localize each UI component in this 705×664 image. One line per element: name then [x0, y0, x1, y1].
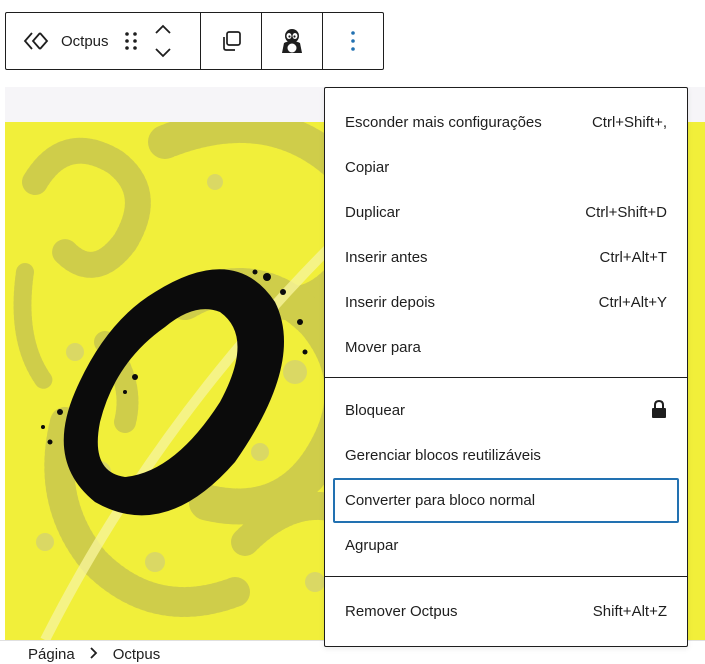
menu-item-label: Copiar — [345, 159, 390, 176]
menu-item-move-to[interactable]: Mover para — [333, 325, 679, 370]
menu-item-insert-before[interactable]: Inserir antes Ctrl+Alt+T — [333, 235, 679, 280]
menu-item-convert-to-regular[interactable]: Converter para bloco normal — [333, 478, 679, 523]
lock-icon — [651, 399, 667, 423]
menu-item-label: Converter para bloco normal — [345, 492, 536, 509]
penguin-icon[interactable] — [278, 27, 306, 55]
menu-item-label: Gerenciar blocos reutilizáveis — [345, 447, 541, 464]
breadcrumb-item-page[interactable]: Página — [28, 646, 75, 663]
menu-item-copy[interactable]: Copiar — [333, 145, 679, 190]
block-options-menu: Esconder mais configurações Ctrl+Shift+,… — [324, 87, 688, 647]
drag-handle-icon[interactable] — [123, 29, 139, 53]
menu-item-label: Duplicar — [345, 204, 401, 221]
menu-group-remove: Remover Octpus Shift+Alt+Z — [325, 576, 687, 642]
block-toolbar: Octpus — [5, 12, 384, 70]
menu-item-label: Mover para — [345, 339, 421, 356]
menu-item-lock[interactable]: Bloquear — [333, 388, 679, 433]
menu-item-remove-block[interactable]: Remover Octpus Shift+Alt+Z — [333, 589, 679, 634]
chevron-right-icon — [89, 646, 99, 664]
duplicate-icon[interactable] — [217, 27, 245, 55]
menu-item-label: Bloquear — [345, 402, 406, 419]
block-title[interactable]: Octpus — [61, 33, 109, 50]
menu-item-shortcut: Ctrl+Shift+D — [585, 204, 667, 221]
menu-item-manage-reusable[interactable]: Gerenciar blocos reutilizáveis — [333, 433, 679, 478]
plugin-group — [260, 13, 322, 69]
menu-group-tools: Esconder mais configurações Ctrl+Shift+,… — [325, 88, 687, 377]
menu-item-label: Agrupar — [345, 537, 399, 554]
menu-item-insert-after[interactable]: Inserir depois Ctrl+Alt+Y — [333, 280, 679, 325]
copy-group — [199, 13, 261, 69]
block-switcher-group: Octpus — [6, 13, 200, 69]
more-options-icon[interactable] — [339, 27, 367, 55]
menu-item-group[interactable]: Agrupar — [333, 523, 679, 568]
menu-item-shortcut: Ctrl+Alt+T — [599, 249, 667, 266]
breadcrumb-item-block[interactable]: Octpus — [113, 646, 161, 663]
menu-item-hide-settings[interactable]: Esconder mais configurações Ctrl+Shift+, — [333, 100, 679, 145]
move-down-icon[interactable] — [154, 47, 172, 59]
menu-item-shortcut: Ctrl+Alt+Y — [598, 294, 667, 311]
menu-item-label: Inserir antes — [345, 249, 428, 266]
block-mover — [153, 23, 173, 59]
menu-item-label: Esconder mais configurações — [345, 114, 542, 131]
menu-item-label: Inserir depois — [345, 294, 436, 311]
menu-group-block-actions: Bloquear Gerenciar blocos reutilizáveis … — [325, 377, 687, 576]
menu-item-duplicate[interactable]: Duplicar Ctrl+Shift+D — [333, 190, 679, 235]
menu-item-shortcut: Shift+Alt+Z — [592, 603, 667, 620]
move-up-icon[interactable] — [154, 23, 172, 35]
options-group — [321, 13, 383, 69]
menu-item-label: Remover Octpus — [345, 603, 458, 620]
menu-item-shortcut: Ctrl+Shift+, — [591, 114, 667, 131]
code-brackets-icon[interactable] — [22, 27, 50, 55]
